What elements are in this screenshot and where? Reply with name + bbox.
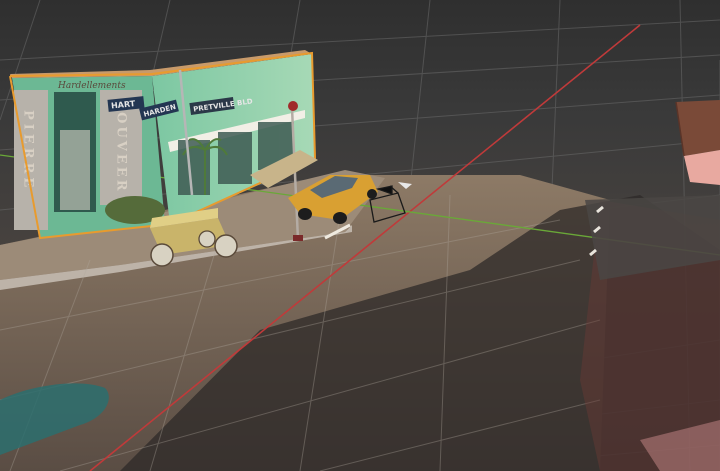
shop-door	[60, 130, 90, 210]
scene-viewport[interactable]: PIERRE LOUVEER Hardellements HART HARDEN…	[0, 0, 720, 471]
window-b	[218, 132, 252, 184]
building-name-right: LOUVEER	[114, 100, 129, 194]
script-sign: Hardellements	[57, 81, 126, 91]
scene-canvas[interactable]: PIERRE LOUVEER Hardellements HART HARDEN…	[0, 0, 720, 471]
building-name-left: PIERRE	[21, 110, 36, 191]
right-crate	[675, 100, 720, 185]
